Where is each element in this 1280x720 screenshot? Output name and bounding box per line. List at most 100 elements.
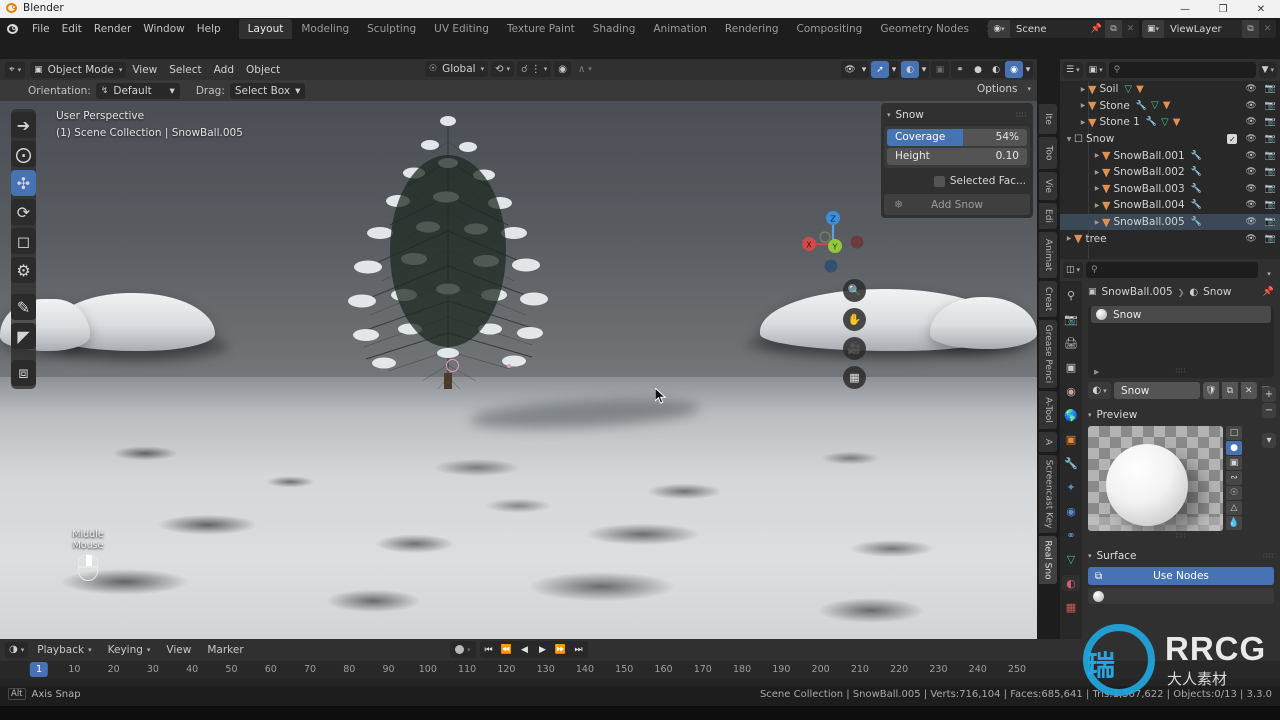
disable-in-render-icon[interactable]: 📷 (1265, 167, 1276, 177)
chevron-down-icon[interactable]: ▾ (887, 111, 891, 119)
menu-render[interactable]: Render (88, 20, 137, 38)
material-preview[interactable]: □ ● ▣ ∾ ☉ △ 💧 (1088, 426, 1274, 531)
shading-wireframe[interactable]: ⚭ (951, 61, 969, 78)
overlay-chevron-icon[interactable]: ▾ (919, 61, 929, 78)
region-tab-item[interactable]: Ite (1039, 104, 1057, 134)
outliner-row[interactable]: ▶ ▼ SnowBall.001 🔧 👁 📷 (1060, 147, 1280, 164)
properties-search-input[interactable]: ⚲ (1086, 262, 1258, 278)
hand-icon[interactable]: ✋ (843, 308, 866, 331)
outliner-editor[interactable]: ☰ ▾ ▣ ▾ ⚲ ▼ ▾ ▶ ▼ Soil ▽ ▼ 👁 📷 ▶ ▼ Stone 🔧 ▽ ▼ 👁 📷 ▶ ▼ Stone… (1060, 59, 1280, 259)
outliner-row[interactable]: ▶ ▼ Stone 1 🔧 ▽ ▼ 👁 📷 (1060, 114, 1280, 131)
outliner-row[interactable]: ▶ ▼ tree 👁 📷 (1060, 230, 1280, 247)
timeline-scrollbar[interactable] (0, 679, 1280, 686)
view-layer-tab[interactable]: ▣ (1062, 359, 1080, 375)
surface-panel-header[interactable]: ▾ Surface ∷∷ (1088, 547, 1274, 565)
maximize-button[interactable]: ❐ (1204, 0, 1242, 18)
fake-user-button[interactable]: 🛡 (1202, 382, 1219, 399)
surface-shader-row[interactable] (1088, 588, 1274, 604)
scale-tool-icon[interactable]: ◻ (11, 228, 36, 254)
region-tab-tool[interactable]: Too (1039, 137, 1057, 169)
tab-layout[interactable]: Layout (238, 19, 293, 39)
hide-in-viewport-icon[interactable]: 👁 (1245, 84, 1256, 94)
viewport-region-tabs[interactable]: Ite Too Vie Edi Animat Creat Grease Penc… (1039, 104, 1057, 639)
options-dropdown[interactable]: Options (971, 83, 1024, 95)
unlink-scene-icon[interactable]: ✕ (1122, 20, 1139, 38)
timeline-menu-marker[interactable]: Marker (200, 644, 250, 656)
properties-tab-strip[interactable]: ⚲ 📷 🖨 ▣ ◉ 🌎 ▣ 🔧 ✦ ◉ ⚭ ▽ ◐ ▦ (1060, 281, 1082, 639)
region-tab-screencast-key[interactable]: Screencast Key (1039, 455, 1057, 533)
preview-shape-buttons[interactable]: □ ● ▣ ∾ ☉ △ 💧 (1226, 426, 1242, 531)
viewport-toolbar[interactable]: ➔ ⨀ ✣ ⟳ ◻ ⚙ ✎ ◤ ⧈ (11, 109, 36, 389)
region-tab-create[interactable]: Creat (1039, 281, 1057, 317)
tab-animation[interactable]: Animation (644, 19, 716, 39)
disable-in-render-icon[interactable]: 📷 (1265, 217, 1276, 227)
grid-icon[interactable]: ▦ (843, 366, 866, 389)
snow-panel-header[interactable]: ▾ Snow ∷∷ (884, 106, 1030, 124)
selected-faces-checkbox-row[interactable]: Selected Fac... (884, 175, 1030, 187)
viewport-menu-object[interactable]: Object (240, 64, 286, 76)
viewlayer-selector[interactable]: ▣ ▾ ViewLayer ⧉ ✕ (1142, 20, 1276, 38)
navigation-gizmo[interactable]: Z X Y (798, 206, 868, 276)
timeline-editor-type-button[interactable]: ◑ ▾ (5, 641, 29, 658)
hide-in-viewport-icon[interactable]: 👁 (1245, 217, 1256, 227)
snow-sidebar-panel[interactable]: ▾ Snow ∷∷ Coverage 54% Height 0.10 Selec… (881, 103, 1033, 218)
disable-in-render-icon[interactable]: 📷 (1265, 84, 1276, 94)
preview-shader-ball-icon[interactable]: ☉ (1226, 486, 1242, 500)
xray-icon[interactable]: ▣ (931, 61, 949, 78)
auto-keying-toggle[interactable]: ▾ (450, 641, 476, 658)
move-tool-icon[interactable]: ✣ (11, 170, 36, 196)
material-tab[interactable]: ◐ (1062, 575, 1080, 591)
material-slot-list[interactable]: Snow ▶ ∷∷ (1088, 306, 1274, 378)
disable-in-render-icon[interactable]: 📷 (1265, 200, 1276, 210)
shading-material-preview[interactable]: ◐ (987, 61, 1005, 78)
region-tab-edit[interactable]: Edi (1039, 203, 1057, 229)
overlay-icon[interactable]: ◐ (901, 61, 919, 78)
outliner-editor-type-button[interactable]: ☰ ▾ (1063, 62, 1083, 78)
region-tab-a[interactable]: A (1039, 432, 1057, 452)
tab-uv-editing[interactable]: UV Editing (425, 19, 498, 39)
chevron-down-icon[interactable]: ▾ (859, 61, 869, 78)
scene-tab[interactable]: ◉ (1062, 383, 1080, 399)
disable-in-render-icon[interactable]: 📷 (1265, 234, 1276, 244)
tab-geometry-nodes[interactable]: Geometry Nodes (871, 19, 978, 39)
expand-arrow-icon[interactable]: ▶ (1094, 368, 1099, 376)
disclosure-triangle-icon[interactable]: ▶ (1078, 86, 1088, 93)
disable-in-render-icon[interactable]: 📷 (1265, 151, 1276, 161)
hide-in-viewport-icon[interactable]: 👁 (1245, 184, 1256, 194)
zoom-icon[interactable]: 🔍 (843, 279, 866, 302)
transport-controls[interactable]: ⏮ ⏪ ◀ ▶ ⏩ ⏭ (479, 641, 588, 658)
disable-in-render-icon[interactable]: 📷 (1265, 134, 1276, 144)
disclosure-triangle-icon[interactable]: ▶ (1092, 202, 1102, 209)
properties-editor-type-button[interactable]: ◫ ▾ (1063, 262, 1084, 278)
tab-compositing[interactable]: Compositing (788, 19, 872, 39)
menu-file[interactable]: File (26, 20, 56, 38)
close-button[interactable]: ✕ (1242, 0, 1280, 18)
play-reverse-icon[interactable]: ◀ (516, 645, 534, 655)
outliner-row[interactable]: ▶ ▼ SnowBall.004 🔧 👁 📷 (1060, 197, 1280, 214)
preview-panel-header[interactable]: ▾ Preview ∷∷ (1088, 406, 1274, 424)
outliner-tree[interactable]: ▶ ▼ Soil ▽ ▼ 👁 📷 ▶ ▼ Stone 🔧 ▽ ▼ 👁 📷 ▶ ▼ Stone 1 🔧 ▽ ▼ 👁 📷 ▼ ☐ Sn… (1060, 81, 1280, 259)
selected-faces-checkbox[interactable] (933, 175, 945, 187)
tab-rendering[interactable]: Rendering (716, 19, 788, 39)
tab-modeling[interactable]: Modeling (292, 19, 358, 39)
viewport-menu-add[interactable]: Add (208, 64, 240, 76)
editor-type-button[interactable]: ⌖ ▾ (5, 61, 26, 78)
properties-editor[interactable]: ◫ ▾ ⚲ ▾ ⚲ 📷 🖨 ▣ ◉ 🌎 ▣ 🔧 ✦ ◉ ⚭ ▽ ◐ ▦ ▣ Sn… (1060, 259, 1280, 639)
outliner-display-mode-dropdown[interactable]: ▣ ▾ (1085, 62, 1106, 78)
falloff-dropdown[interactable]: ∧ ▾ (574, 61, 596, 77)
transform-tool-icon[interactable]: ⚙ (11, 257, 36, 283)
interaction-mode-dropdown[interactable]: ▣ Object Mode ▾ (30, 61, 127, 78)
visibility-dropdown[interactable]: 👁 ▾ (841, 61, 869, 78)
hide-in-viewport-icon[interactable]: 👁 (1245, 117, 1256, 127)
viewport-menu-select[interactable]: Select (163, 64, 207, 76)
collection-checkbox[interactable]: ✓ (1227, 134, 1238, 145)
cursor-tool-icon[interactable]: ⨀ (11, 141, 36, 167)
region-tab-real-snow[interactable]: Real Sno (1039, 536, 1057, 584)
preview-sphere-icon[interactable]: ● (1226, 441, 1242, 455)
overlays-toggle[interactable]: ◐ ▾ (901, 61, 929, 78)
add-material-slot-button[interactable]: + (1262, 387, 1276, 402)
unlink-material-button[interactable]: ✕ (1240, 382, 1257, 399)
remove-material-slot-button[interactable]: − (1262, 403, 1276, 418)
gizmo-toggle[interactable]: ➚ ▾ (871, 61, 899, 78)
hide-in-viewport-icon[interactable]: 👁 (1245, 200, 1256, 210)
